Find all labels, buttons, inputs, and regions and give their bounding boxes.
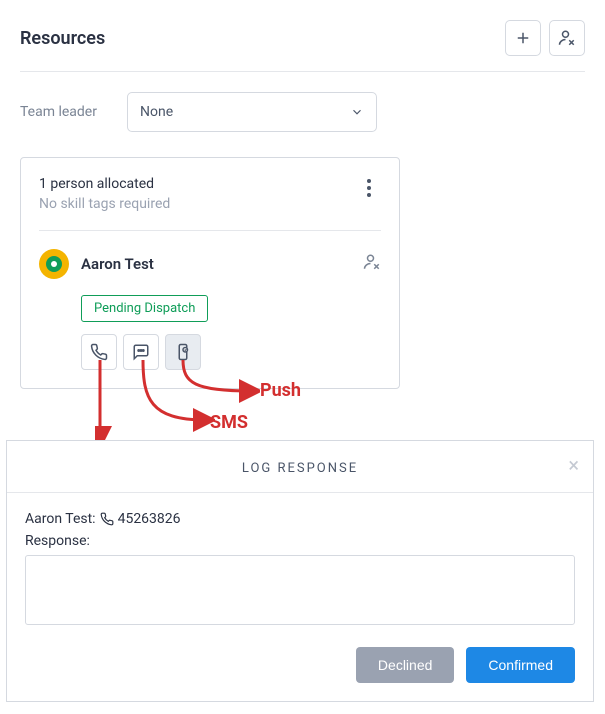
add-button[interactable] bbox=[505, 20, 541, 56]
status-badge: Pending Dispatch bbox=[81, 295, 208, 322]
header-actions bbox=[505, 20, 585, 56]
phone-button[interactable] bbox=[81, 334, 117, 370]
person-row: Aaron Test bbox=[39, 249, 381, 279]
annotation-sms-label: SMS bbox=[210, 412, 248, 433]
modal-body: Aaron Test: 45263826 Response: bbox=[7, 493, 593, 647]
response-label: Response: bbox=[25, 533, 575, 549]
message-icon bbox=[132, 343, 150, 361]
device-push-icon bbox=[174, 343, 192, 361]
avatar bbox=[39, 249, 69, 279]
dot-icon bbox=[367, 179, 371, 183]
person-name: Aaron Test bbox=[81, 255, 154, 273]
contact-line: Aaron Test: 45263826 bbox=[25, 511, 575, 527]
person-x-icon bbox=[558, 29, 576, 47]
modal-header: LOG RESPONSE × bbox=[7, 441, 593, 493]
confirmed-button[interactable]: Confirmed bbox=[466, 647, 575, 683]
sms-button[interactable] bbox=[123, 334, 159, 370]
person-x-icon bbox=[363, 253, 381, 271]
declined-button[interactable]: Declined bbox=[356, 647, 454, 683]
allocation-summary: 1 person allocated No skill tags require… bbox=[39, 176, 170, 212]
response-input[interactable] bbox=[25, 555, 575, 625]
dot-icon bbox=[367, 193, 371, 197]
card-header: 1 person allocated No skill tags require… bbox=[39, 176, 381, 231]
skill-tags-text: No skill tags required bbox=[39, 196, 170, 212]
phone-icon bbox=[100, 512, 114, 526]
dot-icon bbox=[367, 186, 371, 190]
allocated-count: 1 person allocated bbox=[39, 176, 170, 192]
team-leader-select[interactable]: None bbox=[127, 92, 377, 132]
chevron-down-icon bbox=[350, 105, 364, 119]
more-menu-button[interactable] bbox=[357, 176, 381, 200]
remove-person-button[interactable] bbox=[549, 20, 585, 56]
contact-name: Aaron Test: bbox=[25, 511, 96, 527]
modal-footer: Declined Confirmed bbox=[7, 647, 593, 701]
page-title: Resources bbox=[20, 28, 105, 49]
team-leader-value: None bbox=[140, 104, 173, 120]
team-leader-label: Team leader bbox=[20, 104, 97, 120]
contact-actions bbox=[81, 334, 381, 370]
plus-icon bbox=[514, 29, 532, 47]
team-leader-row: Team leader None bbox=[20, 92, 585, 132]
modal-title: LOG RESPONSE bbox=[242, 461, 358, 476]
remove-person-inline-button[interactable] bbox=[363, 253, 381, 275]
person-info: Aaron Test bbox=[39, 249, 154, 279]
log-response-modal: LOG RESPONSE × Aaron Test: 45263826 Resp… bbox=[6, 440, 594, 702]
phone-icon bbox=[90, 343, 108, 361]
modal-close-button[interactable]: × bbox=[568, 453, 579, 477]
resources-header: Resources bbox=[20, 20, 585, 72]
contact-number: 45263826 bbox=[118, 511, 181, 527]
allocation-card: 1 person allocated No skill tags require… bbox=[20, 157, 400, 389]
push-button[interactable] bbox=[165, 334, 201, 370]
